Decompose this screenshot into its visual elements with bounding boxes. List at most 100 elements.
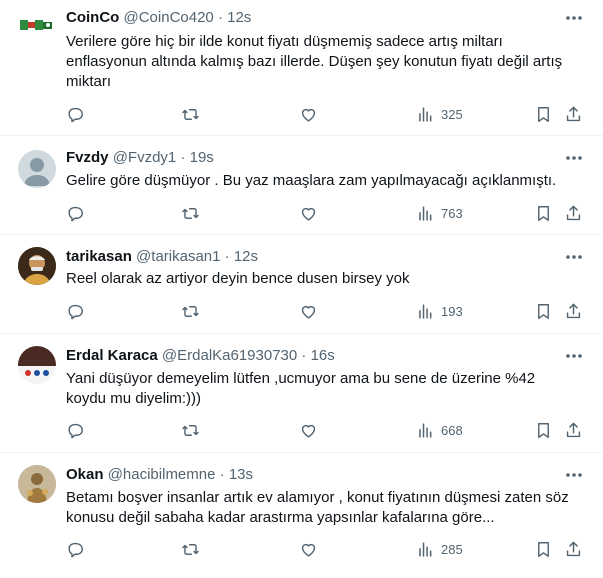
tweet-header: Okan @hacibilmemne · 13s [66,465,253,485]
share-icon [566,303,581,318]
bookmark-button[interactable] [534,203,553,223]
views-button[interactable]: 668 [416,420,463,440]
display-name[interactable]: Okan [66,466,104,483]
tweet-text: Betamı boşver insanlar artık ev alamıyor… [66,489,569,526]
share-button[interactable] [564,104,583,124]
reply-icon [68,542,83,557]
tweet-header: Fvzdy @Fvzdy1 · 19s [66,148,214,168]
display-name[interactable]: CoinCo [66,9,119,26]
user-handle[interactable]: @Fvzdy1 [113,149,177,166]
like-button[interactable] [299,203,318,223]
separator: · [301,347,307,364]
heart-icon [301,207,316,221]
tweet[interactable]: Erdal Karaca @ErdalKa61930730 · 16s Yani… [0,334,603,453]
views-count: 668 [441,422,463,438]
tweet[interactable]: CoinCo @CoinCo420 · 12s Verilere göre hi… [0,0,603,136]
user-handle[interactable]: @tarikasan1 [136,248,220,265]
retweet-button[interactable] [181,203,200,223]
more-icon[interactable] [563,8,585,28]
display-name[interactable]: tarikasan [66,248,132,265]
retweet-button[interactable] [181,104,200,124]
views-button[interactable]: 763 [416,203,463,223]
like-button[interactable] [299,420,318,440]
more-icon[interactable] [563,247,585,267]
retweet-icon [182,424,199,436]
avatar[interactable] [18,465,56,503]
separator: · [224,248,230,265]
avatar[interactable] [18,247,56,285]
share-icon [566,422,581,437]
reply-button[interactable] [66,301,85,321]
views-count: 325 [441,106,463,122]
reply-icon [68,304,83,319]
bookmark-icon [538,106,549,122]
more-icon[interactable] [563,465,585,485]
retweet-icon [182,108,199,120]
reply-button[interactable] [66,539,85,559]
retweet-icon [182,305,199,317]
bookmark-button[interactable] [534,301,553,321]
avatar[interactable] [18,150,56,188]
tweet[interactable]: tarikasan @tarikasan1 · 12s Reel olarak … [0,235,603,334]
timestamp[interactable]: 19s [190,149,214,166]
tweet[interactable]: Fvzdy @Fvzdy1 · 19s Gelire göre düşmüyor… [0,136,603,235]
share-button[interactable] [564,420,583,440]
timestamp[interactable]: 12s [227,9,251,26]
user-handle[interactable]: @hacibilmemne [108,466,216,483]
share-button[interactable] [564,539,583,559]
views-chart-icon [419,422,432,438]
tweet-actions: 193 [66,301,586,321]
reply-button[interactable] [66,420,85,440]
bookmark-icon [538,303,549,319]
separator: · [219,466,225,483]
avatar[interactable] [18,346,56,384]
tweet-actions: 285 [66,539,586,559]
share-button[interactable] [564,203,583,223]
bookmark-icon [538,205,549,221]
timestamp[interactable]: 13s [229,466,253,483]
timestamp[interactable]: 16s [311,347,335,364]
more-icon[interactable] [563,148,585,168]
tweet-actions: 325 [66,104,586,124]
retweet-button[interactable] [181,420,200,440]
views-button[interactable]: 325 [416,104,463,124]
reply-icon [68,423,83,438]
display-name[interactable]: Fvzdy [66,149,109,166]
tweet-text: Yani düşüyor demeyelim lütfen ,ucmuyor a… [66,370,536,407]
tweet-text: Verilere göre hiç bir ilde konut fiyatı … [66,33,563,90]
tweet-text: Reel olarak az artiyor deyin bence dusen… [66,270,410,287]
like-button[interactable] [299,301,318,321]
tweet-text: Gelire göre düşmüyor . Bu yaz maaşlara z… [66,172,557,189]
display-name[interactable]: Erdal Karaca [66,347,158,364]
heart-icon [301,424,316,438]
heart-icon [301,108,316,122]
views-button[interactable]: 193 [416,301,463,321]
separator: · [217,9,223,26]
retweet-button[interactable] [181,301,200,321]
retweet-button[interactable] [181,539,200,559]
views-chart-icon [419,541,432,557]
avatar[interactable] [18,6,56,44]
replies-feed: CoinCo @CoinCo420 · 12s Verilere göre hi… [0,0,603,578]
reply-button[interactable] [66,104,85,124]
bookmark-button[interactable] [534,420,553,440]
more-icon[interactable] [563,346,585,366]
reply-icon [68,206,83,221]
bookmark-button[interactable] [534,104,553,124]
tweet[interactable]: Okan @hacibilmemne · 13s Betamı boşver i… [0,453,603,578]
like-button[interactable] [299,539,318,559]
share-button[interactable] [564,301,583,321]
views-button[interactable]: 285 [416,539,463,559]
timestamp[interactable]: 12s [234,248,258,265]
reply-button[interactable] [66,203,85,223]
user-handle[interactable]: @ErdalKa61930730 [162,347,297,364]
tweet-actions: 668 [66,420,586,440]
user-handle[interactable]: @CoinCo420 [124,9,214,26]
retweet-icon [182,543,199,555]
like-button[interactable] [299,104,318,124]
bookmark-button[interactable] [534,539,553,559]
tweet-header: Erdal Karaca @ErdalKa61930730 · 16s [66,346,335,366]
reply-icon [68,107,83,122]
share-icon [566,106,581,121]
share-icon [566,541,581,556]
